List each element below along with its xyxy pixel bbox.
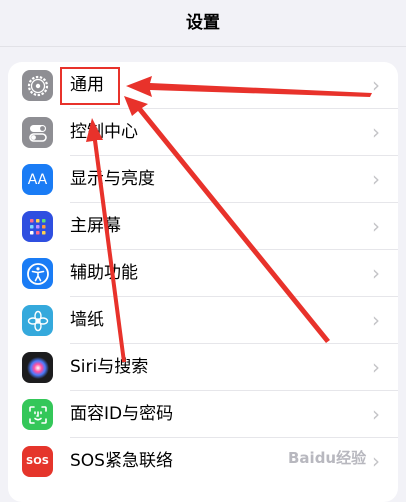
chevron-right-icon: › xyxy=(372,120,380,144)
sos-glyph: SOS xyxy=(26,456,49,467)
settings-item-label: 面容ID与密码 xyxy=(70,404,174,424)
settings-item-label: SOS紧急联络 xyxy=(70,451,173,471)
text-size-icon: AA xyxy=(22,164,53,195)
chevron-right-icon: › xyxy=(372,261,380,285)
settings-item-face-id-passcode[interactable]: 面容ID与密码 › xyxy=(8,391,398,438)
nav-divider xyxy=(0,46,406,47)
chevron-right-icon: › xyxy=(372,73,380,97)
gear-icon xyxy=(22,70,53,101)
settings-item-display-brightness[interactable]: AA 显示与亮度 › xyxy=(8,156,398,203)
settings-item-label: 主屏幕 xyxy=(70,216,121,236)
settings-item-home-screen[interactable]: 主屏幕 › xyxy=(8,203,398,250)
face-id-icon xyxy=(22,399,53,430)
settings-item-control-center[interactable]: 控制中心 › xyxy=(8,109,398,156)
home-grid-icon xyxy=(22,211,53,242)
settings-list: 通用 › 控制中心 › AA 显示与亮度 › 主屏幕 › 辅助功能 › 墙纸 ›… xyxy=(8,62,398,502)
settings-item-label: 显示与亮度 xyxy=(70,169,155,189)
chevron-right-icon: › xyxy=(372,402,380,426)
chevron-right-icon: › xyxy=(372,449,380,473)
settings-item-accessibility[interactable]: 辅助功能 › xyxy=(8,250,398,297)
text-size-glyph: AA xyxy=(27,171,48,188)
settings-item-label: 辅助功能 xyxy=(70,263,138,283)
accessibility-icon xyxy=(22,258,53,289)
flower-icon xyxy=(22,305,53,336)
settings-item-wallpaper[interactable]: 墙纸 › xyxy=(8,297,398,344)
highlight-box-annotation xyxy=(60,67,120,105)
baidu-watermark: Baidu经验 xyxy=(288,449,367,467)
settings-item-siri-search[interactable]: Siri与搜索 › xyxy=(8,344,398,391)
chevron-right-icon: › xyxy=(372,214,380,238)
sos-icon: SOS xyxy=(22,446,53,477)
settings-item-label: 控制中心 xyxy=(70,122,138,142)
settings-item-label: 墙纸 xyxy=(70,310,104,330)
chevron-right-icon: › xyxy=(372,308,380,332)
chevron-right-icon: › xyxy=(372,167,380,191)
chevron-right-icon: › xyxy=(372,355,380,379)
siri-icon xyxy=(22,352,53,383)
settings-item-label: Siri与搜索 xyxy=(70,357,149,377)
page-title: 设置 xyxy=(186,13,220,33)
toggles-icon xyxy=(22,117,53,148)
